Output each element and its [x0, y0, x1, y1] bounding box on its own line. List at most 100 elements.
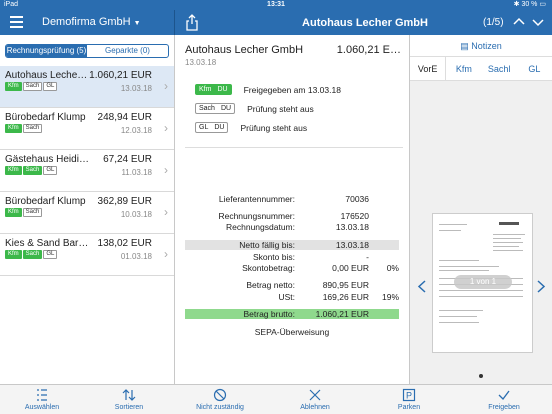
- field-label: Rechnungsdatum:: [226, 222, 295, 232]
- approval-tag: Sach: [22, 124, 43, 133]
- field-row: Betrag brutto: 1.060,21 EUR: [185, 309, 399, 319]
- company-name: Demofirma GmbH: [42, 16, 131, 28]
- not-responsible-button[interactable]: Nicht zuständig: [190, 388, 250, 411]
- invoice-list-item[interactable]: Autohaus Lecher… 1.060,21 EUR 13.03.18 Kfm S…: [0, 66, 174, 108]
- list-nav-bar: Demofirma GmbH ▼: [0, 10, 174, 35]
- record-position: (1/5): [483, 17, 504, 28]
- chevron-left-icon[interactable]: [417, 280, 427, 293]
- tab-parked[interactable]: Geparkte (0): [87, 45, 168, 57]
- tab-invoice-review[interactable]: Rechnungsprüfung (5): [6, 45, 87, 57]
- approval-tags: Kfm Sach GL: [5, 166, 58, 175]
- logo-mark: [499, 222, 519, 225]
- approval-role: Kfm: [199, 86, 212, 93]
- approval-badge: GL DU: [195, 122, 229, 133]
- invoice-amount: 67,24 EUR: [103, 154, 152, 165]
- approval-status: Prüfung steht aus: [240, 122, 308, 133]
- divider: [185, 147, 403, 148]
- invoice-date: 13.03.18: [120, 84, 152, 93]
- invoice-vendor: Bürobedarf Klump: [5, 196, 86, 207]
- chevron-right-icon: ›: [164, 79, 168, 93]
- chevron-up-icon[interactable]: [512, 15, 526, 29]
- svg-text:P: P: [406, 391, 412, 401]
- invoice-amount: 248,94 EUR: [97, 112, 152, 123]
- invoice-list-item[interactable]: Gästehaus Heidi's Be… 67,24 EUR 11.03.18 Kf…: [0, 150, 174, 192]
- approval-tag: Kfm: [5, 124, 22, 133]
- list-select-icon: [37, 389, 47, 401]
- approval-tags: Kfm Sach: [5, 124, 43, 133]
- document-panel: ▤ Notizen VorE Kfm Sachl GL 1 von 1: [410, 35, 552, 384]
- park-label: Parken: [397, 404, 421, 411]
- invoice-list-item[interactable]: Bürobedarf Klump 248,94 EUR 12.03.18 Kfm Sac…: [0, 108, 174, 150]
- field-value: 13.03.18: [335, 222, 369, 232]
- tab-vore[interactable]: VorE: [410, 57, 447, 80]
- field-value: -: [366, 252, 369, 262]
- battery-icon: ▭: [539, 1, 546, 8]
- select-button[interactable]: Auswählen: [12, 388, 72, 411]
- approver-code: DU: [220, 105, 232, 112]
- menu-icon[interactable]: [10, 16, 23, 28]
- clock: 13:31: [267, 1, 285, 8]
- notes-button[interactable]: ▤ Notizen: [410, 35, 552, 57]
- document-tabs: VorE Kfm Sachl GL: [410, 57, 552, 81]
- approve-label: Freigeben: [488, 404, 520, 411]
- bluetooth-icon: ✱: [513, 1, 520, 8]
- field-row: Betrag netto: 890,95 EUR: [185, 280, 399, 290]
- approval-tag: Sach: [22, 208, 43, 217]
- approval-role: GL: [199, 124, 209, 131]
- page-title: Autohaus Lecher GmbH: [302, 17, 428, 29]
- page-dot: [479, 374, 483, 378]
- chevron-down-icon[interactable]: [531, 15, 545, 29]
- approval-badge: Sach DU: [195, 103, 236, 114]
- page-indicator: 1 von 1: [454, 275, 512, 289]
- chevron-right-icon[interactable]: [536, 280, 546, 293]
- reject-button[interactable]: Ablehnen: [285, 388, 345, 411]
- invoice-date: 11.03.18: [121, 168, 152, 177]
- note-icon: ▤: [460, 41, 469, 51]
- approval-tag: Kfm: [5, 166, 22, 175]
- company-selector[interactable]: Demofirma GmbH ▼: [42, 16, 141, 28]
- approve-button[interactable]: Freigeben: [474, 388, 534, 411]
- field-label: Netto fällig bis:: [239, 240, 295, 250]
- approval-role: Sach: [199, 105, 215, 112]
- field-row: USt: 169,26 EUR 19%: [185, 292, 399, 302]
- tab-gl[interactable]: GL: [517, 57, 552, 80]
- tab-sachl[interactable]: Sachl: [482, 57, 517, 80]
- invoice-list-panel: Rechnungsprüfung (5) Geparkte (0) Autoha…: [0, 35, 174, 384]
- approval-tag: GL: [43, 82, 58, 91]
- approval-status: Freigegeben am 13.03.18: [243, 84, 341, 95]
- invoice-list-item[interactable]: Kies & Sand Bartma… 138,02 EUR 01.03.18 Kfm…: [0, 234, 174, 276]
- field-label: Skonto bis:: [252, 252, 295, 262]
- approver-code: DU: [214, 124, 225, 131]
- tab-kfm[interactable]: Kfm: [446, 57, 481, 80]
- notes-label: Notizen: [471, 41, 502, 51]
- share-icon[interactable]: [185, 14, 199, 31]
- approval-status: Prüfung steht aus: [247, 103, 314, 114]
- approval-tag: Sach: [22, 82, 43, 91]
- approval-tags: Kfm Sach: [5, 208, 43, 217]
- field-row: Rechnungsdatum: 13.03.18: [185, 222, 399, 232]
- chevron-right-icon: ›: [164, 205, 168, 219]
- field-row: Lieferantennummer: 70036: [185, 194, 399, 204]
- sort-button[interactable]: Sortieren: [99, 388, 159, 411]
- field-percent: 0%: [386, 263, 399, 273]
- invoice-total: 1.060,21 E…: [336, 44, 401, 56]
- field-row: Skonto bis: -: [185, 252, 399, 262]
- checkmark-icon: [498, 390, 510, 400]
- field-value: 1.060,21 EUR: [315, 309, 369, 319]
- invoice-date: 01.03.18: [120, 252, 152, 261]
- invoice-amount: 138,02 EUR: [97, 238, 152, 249]
- invoice-list-item[interactable]: Bürobedarf Klump 362,89 EUR 10.03.18 Kfm Sac…: [0, 192, 174, 234]
- reject-label: Ablehnen: [300, 404, 330, 411]
- park-button[interactable]: P Parken: [379, 388, 439, 411]
- field-label: Lieferantennummer:: [218, 194, 295, 204]
- approval-tag: Sach: [22, 166, 43, 175]
- approval-tag: Sach: [22, 250, 43, 259]
- detail-nav-bar: Autohaus Lecher GmbH (1/5): [175, 10, 552, 35]
- chevron-right-icon: ›: [164, 121, 168, 135]
- invoice-vendor: Autohaus Lecher…: [5, 70, 89, 81]
- approval-tag: GL: [43, 250, 58, 259]
- sort-label: Sortieren: [114, 404, 144, 411]
- select-label: Auswählen: [24, 404, 60, 411]
- approval-tag: Kfm: [5, 208, 22, 217]
- payment-method: SEPA-Überweisung: [254, 327, 330, 337]
